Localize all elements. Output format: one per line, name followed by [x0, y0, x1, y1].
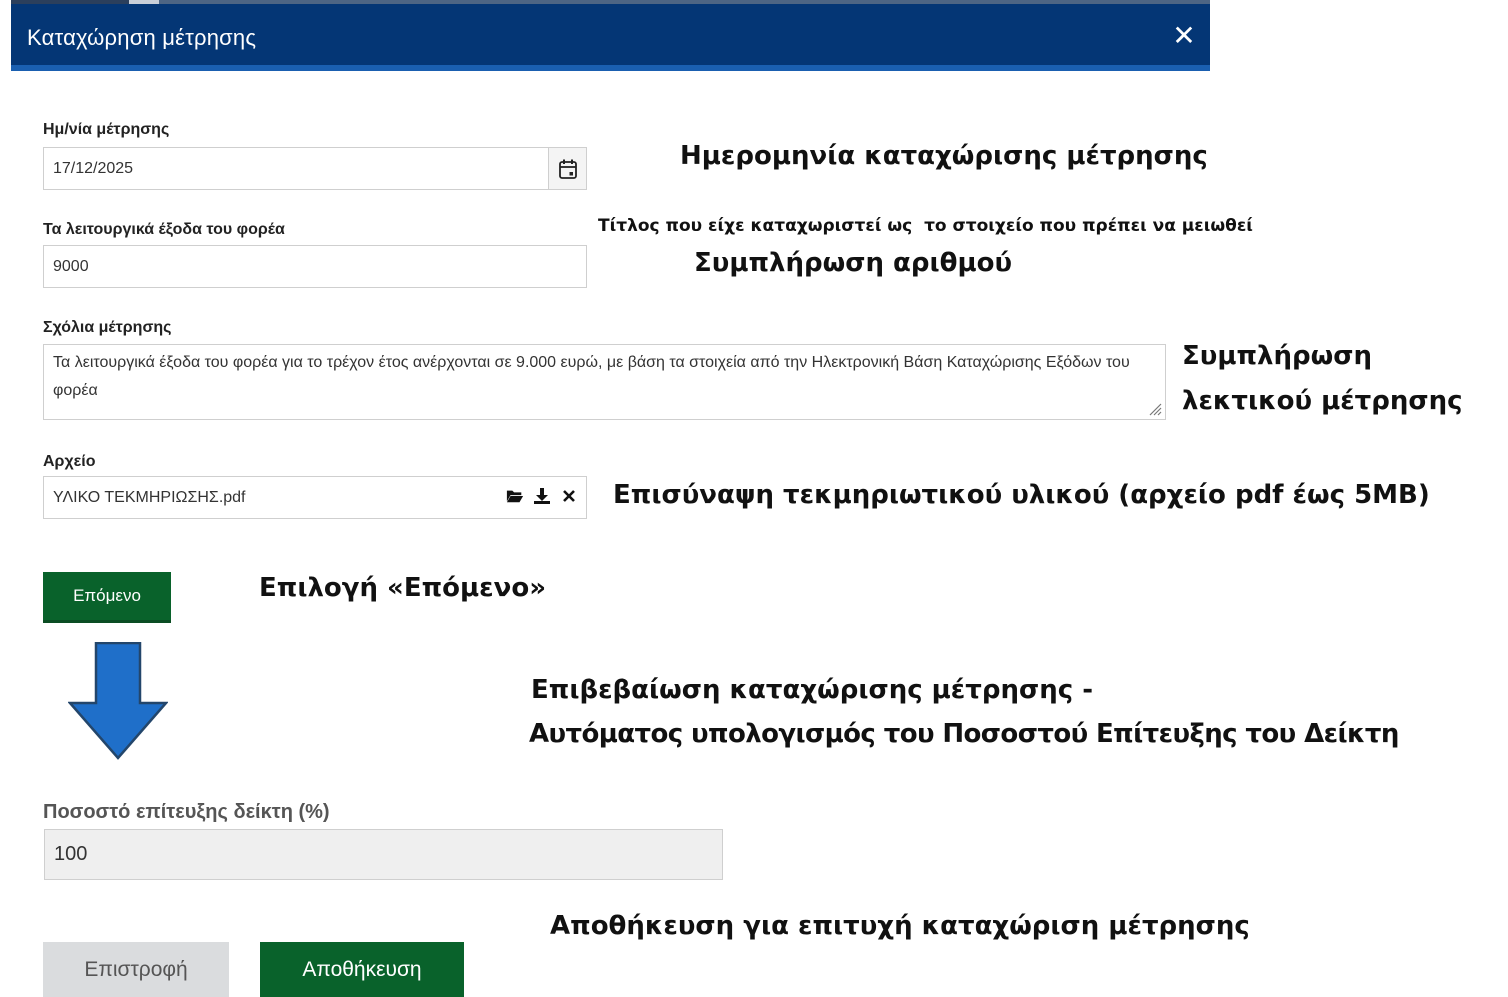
percentage-value: 100 — [54, 843, 88, 865]
comments-label: Σχόλια μέτρησης — [43, 319, 172, 336]
annotation-save: Αποθήκευση για επιτυχή καταχώριση μέτρησ… — [550, 911, 1250, 941]
dialog-title: Καταχώρηση μέτρησης — [27, 25, 257, 50]
folder-open-icon[interactable] — [506, 485, 524, 507]
next-button[interactable]: Επόμενο — [43, 572, 171, 623]
annotation-comment-line2: λεκτικού μέτρησης — [1182, 386, 1463, 416]
comments-value: Τα λειτουργικά έξοδα του φορέα για το τρ… — [53, 354, 1130, 399]
annotation-comment-line1: Συμπλήρωση — [1182, 341, 1372, 371]
comments-textarea[interactable]: Τα λειτουργικά έξοδα του φορέα για το τρ… — [43, 344, 1166, 420]
header-top-strip — [11, 0, 1210, 4]
close-icon[interactable]: ✕ — [1170, 22, 1198, 50]
arrow-down-icon — [68, 642, 168, 760]
file-field: ΥΛΙΚΟ ΤΕΚΜΗΡΙΩΣΗΣ.pdf — [43, 476, 587, 519]
annotation-file: Επισύναψη τεκμηριωτικού υλικού (αρχείο p… — [613, 480, 1430, 510]
annotation-confirm-line2: Αυτόματος υπολογισμός του Ποσοστού Επίτε… — [529, 719, 1399, 749]
calendar-icon[interactable] — [548, 148, 586, 189]
annotation-title: Τίτλος που είχε καταχωριστεί ως το στοιχ… — [598, 216, 1253, 236]
expenses-label: Τα λειτουργικά έξοδα του φορέα — [43, 221, 285, 238]
percentage-field: 100 — [44, 829, 723, 880]
annotation-next: Επιλογή «Επόμενο» — [259, 573, 547, 603]
percentage-label: Ποσοστό επίτευξης δείκτη (%) — [43, 801, 330, 823]
date-label: Ημ/νία μέτρησης — [43, 121, 170, 138]
file-label: Αρχείο — [43, 453, 96, 470]
expenses-value: 9000 — [53, 258, 89, 275]
download-icon[interactable] — [533, 485, 551, 507]
annotation-confirm-line1: Επιβεβαίωση καταχώρισης μέτρησης - — [531, 675, 1094, 705]
expenses-input[interactable]: 9000 — [43, 245, 587, 288]
save-button[interactable]: Αποθήκευση — [260, 942, 464, 997]
date-value: 17/12/2025 — [53, 160, 134, 177]
close-icon[interactable] — [560, 485, 578, 507]
file-name: ΥΛΙΚΟ ΤΕΚΜΗΡΙΩΣΗΣ.pdf — [53, 489, 246, 506]
annotation-number: Συμπλήρωση αριθμού — [694, 248, 1013, 278]
resize-handle-icon[interactable] — [1148, 402, 1162, 416]
date-field[interactable]: 17/12/2025 — [43, 147, 587, 190]
annotation-date: Ημερομηνία καταχώρισης μέτρησης — [680, 141, 1208, 171]
back-button[interactable]: Επιστροφή — [43, 942, 229, 997]
